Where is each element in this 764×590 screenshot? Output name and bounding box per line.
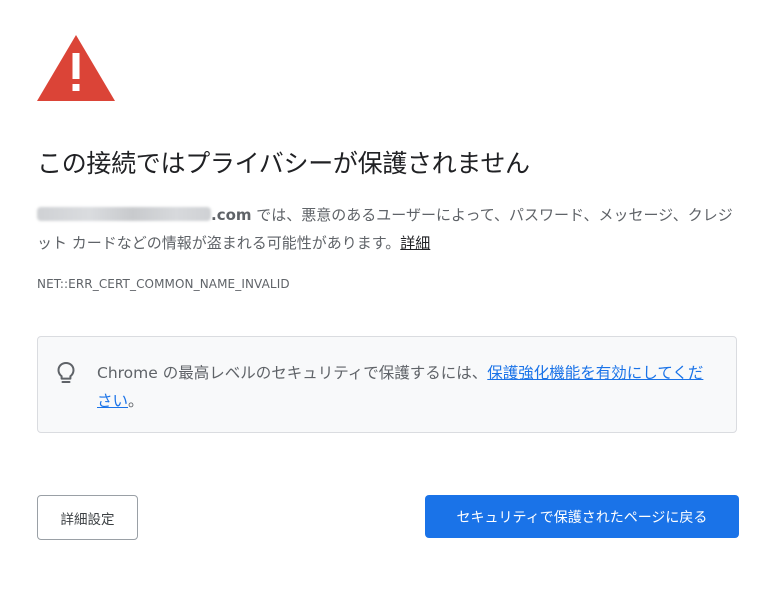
hostname-tld: .com bbox=[211, 206, 252, 224]
blurred-hostname bbox=[37, 207, 211, 221]
tip-text-before: Chrome の最高レベルのセキュリティで保護するには、 bbox=[97, 364, 488, 382]
warning-triangle-icon bbox=[37, 35, 115, 101]
page-title: この接続ではプライバシーが保護されません bbox=[37, 149, 530, 178]
details-link[interactable]: 詳細 bbox=[400, 234, 430, 252]
enhanced-protection-tip: Chrome の最高レベルのセキュリティで保護するには、保護強化機能を有効にして… bbox=[37, 336, 737, 433]
lightbulb-icon bbox=[57, 362, 75, 383]
tip-text: Chrome の最高レベルのセキュリティで保護するには、保護強化機能を有効にして… bbox=[97, 359, 717, 415]
privacy-error-page: この接続ではプライバシーが保護されません .com では、悪意のあるユーザーによ… bbox=[0, 0, 764, 590]
advanced-button[interactable]: 詳細設定 bbox=[37, 495, 138, 540]
error-description: .com では、悪意のあるユーザーによって、パスワード、メッセージ、クレジット … bbox=[37, 201, 737, 257]
tip-text-after: 。 bbox=[128, 392, 144, 410]
error-code: NET::ERR_CERT_COMMON_NAME_INVALID bbox=[37, 277, 290, 291]
back-to-safety-button[interactable]: セキュリティで保護されたページに戻る bbox=[425, 495, 739, 538]
